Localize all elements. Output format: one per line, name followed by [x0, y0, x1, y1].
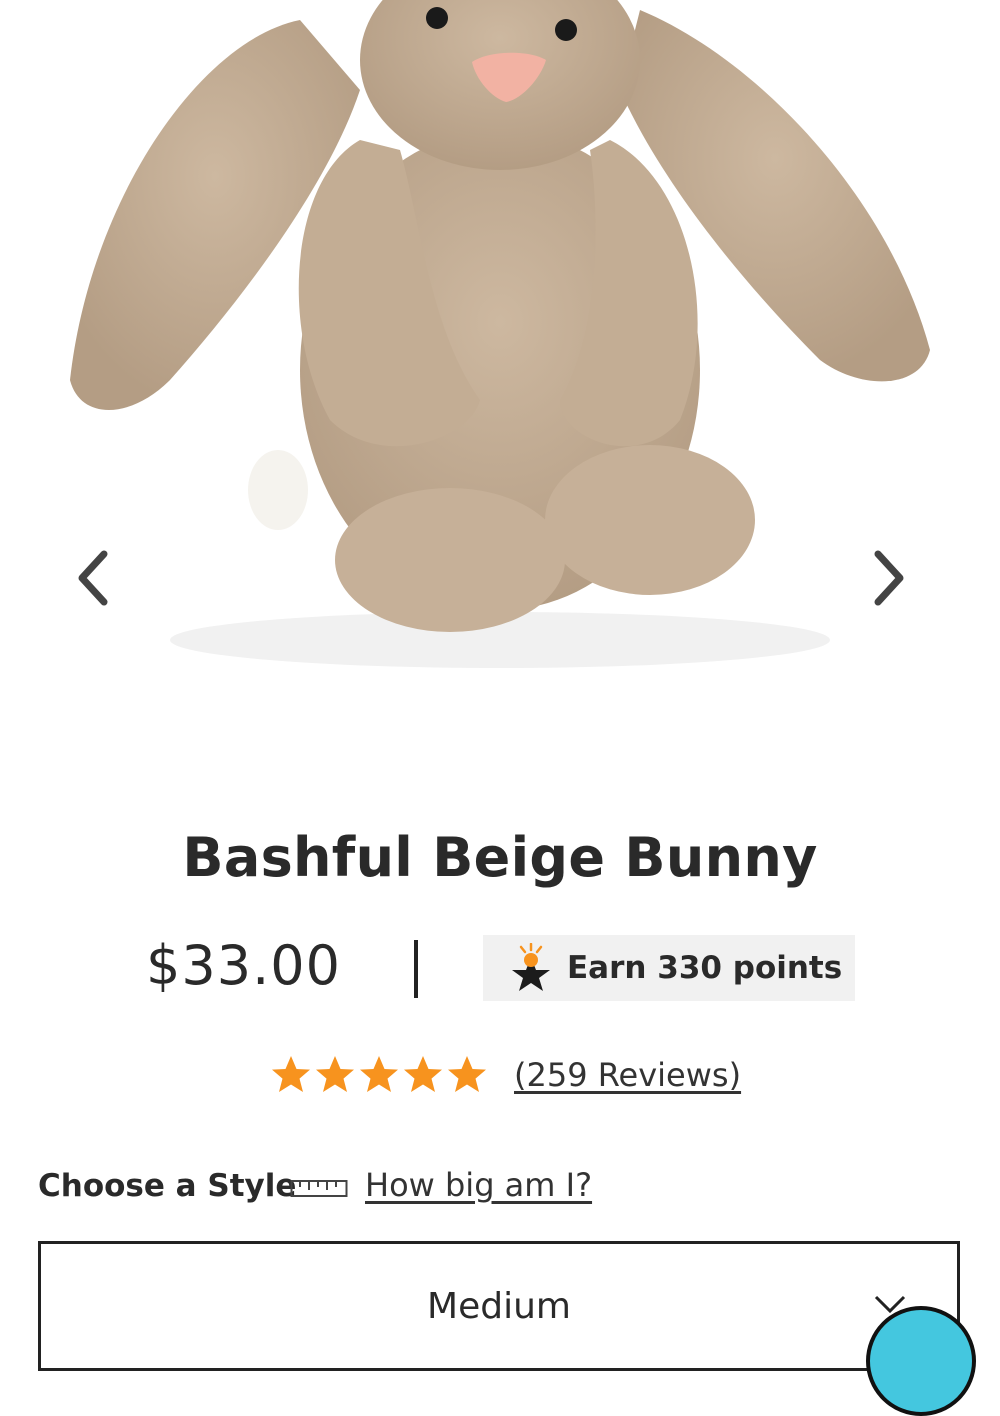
star-icon: [404, 1056, 442, 1092]
price-divider: [414, 940, 418, 998]
star-icon: [448, 1056, 486, 1092]
rating-row: (259 Reviews): [0, 1050, 1000, 1106]
ruler-icon: [290, 1180, 348, 1197]
style-dropdown[interactable]: Medium: [38, 1241, 960, 1371]
earn-points-badge[interactable]: Earn 330 points: [483, 935, 855, 1001]
star-icon: [316, 1056, 354, 1092]
choose-style-label: Choose a Style: [38, 1168, 297, 1204]
reviews-link[interactable]: (259 Reviews): [514, 1056, 741, 1094]
gallery-prev-button[interactable]: [72, 548, 132, 608]
product-title: Bashful Beige Bunny: [182, 826, 818, 889]
star-icon: [272, 1056, 310, 1092]
chevron-right-icon: [874, 550, 904, 606]
earn-points-text: Earn 330 points: [567, 950, 843, 986]
gallery-next-button[interactable]: [870, 548, 930, 608]
star-rating: [270, 1054, 488, 1096]
chevron-left-icon: [78, 550, 108, 606]
rewards-star-icon: [512, 943, 550, 991]
price-row: $33.00 Earn 330 points: [0, 930, 1000, 1006]
product-image: [70, 0, 930, 668]
star-icon: [360, 1056, 398, 1092]
chat-bubble-button[interactable]: [866, 1306, 976, 1416]
style-row: Choose a Style How big am I?: [0, 1160, 1000, 1216]
size-guide-link[interactable]: How big am I?: [365, 1166, 592, 1204]
product-price: $33.00: [146, 934, 341, 997]
style-selected-value: Medium: [427, 1286, 571, 1327]
product-image-gallery[interactable]: [0, 0, 1000, 760]
